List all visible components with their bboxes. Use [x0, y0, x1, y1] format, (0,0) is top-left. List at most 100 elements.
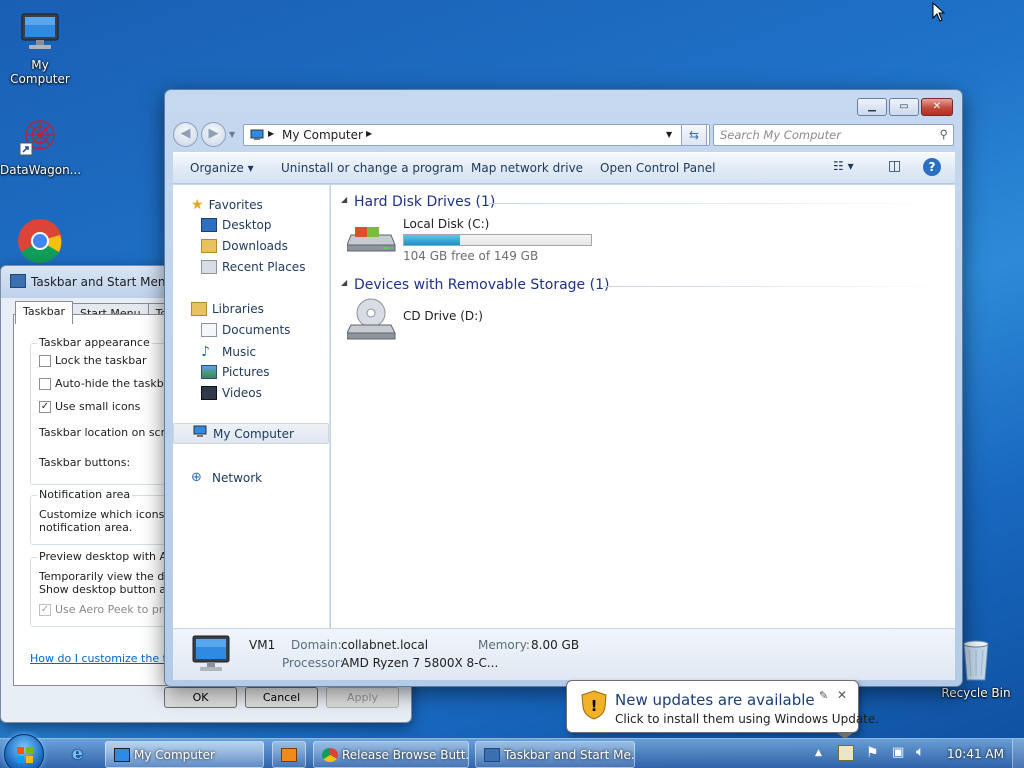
nav-network[interactable]: ⊕ Network — [191, 470, 262, 485]
section-hard-disk-drives[interactable]: Hard Disk Drives (1) — [354, 194, 495, 210]
disk-usage-fill — [404, 235, 461, 245]
apply-button[interactable]: Apply — [326, 687, 399, 708]
checkbox-box[interactable]: ✓ — [39, 400, 51, 413]
volume-icon[interactable]: 🔈︎ — [916, 744, 924, 760]
small-icons-checkbox[interactable]: ✓ Use small icons — [39, 400, 140, 413]
open-control-panel-button[interactable]: Open Control Panel — [600, 161, 715, 175]
nav-music[interactable]: ♪ Music — [201, 344, 256, 360]
taskbar-button-media-player[interactable] — [272, 741, 306, 768]
computer-icon — [114, 748, 130, 762]
local-disk-name: Local Disk (C:) — [403, 217, 490, 231]
cd-drive-item[interactable]: CD Drive (D:) — [346, 297, 507, 346]
svg-text:!: ! — [591, 697, 598, 715]
show-desktop-button[interactable] — [1012, 739, 1024, 768]
desktop-icon-my-computer[interactable]: My Computer — [0, 8, 80, 86]
ok-button[interactable]: OK — [164, 687, 237, 708]
nav-pictures[interactable]: Pictures — [201, 365, 270, 379]
checkbox-box[interactable] — [39, 377, 51, 390]
taskbar-button-my-computer[interactable]: My Computer — [105, 741, 264, 768]
action-center-icon[interactable]: ⚑ — [866, 745, 879, 761]
details-pane: VM1 Domain: collabnet.local Memory: 8.00… — [173, 628, 955, 680]
recent-places-icon — [201, 260, 217, 274]
videos-icon — [201, 386, 217, 400]
command-bar: Organize ▾ Uninstall or change a program… — [173, 152, 955, 184]
update-notification-balloon[interactable]: ! New updates are available Click to ins… — [566, 680, 879, 739]
nav-recent-places[interactable]: Recent Places — [201, 260, 305, 274]
search-icon[interactable]: ⚲ — [940, 127, 948, 141]
tab-taskbar[interactable]: Taskbar — [15, 301, 73, 324]
nav-videos[interactable]: Videos — [201, 386, 262, 400]
maximize-icon: ▭ — [899, 101, 909, 112]
back-button[interactable]: ◀ — [173, 122, 198, 147]
lock-taskbar-checkbox[interactable]: Lock the taskbar — [39, 354, 147, 367]
nav-my-computer[interactable]: My Computer — [173, 423, 329, 444]
nav-documents[interactable]: Documents — [201, 323, 290, 337]
refresh-button[interactable]: ⇆ — [681, 124, 707, 146]
desktop-icon-datawagon[interactable]: DataWagon... — [0, 113, 81, 177]
taskbar-settings-icon — [10, 274, 26, 288]
address-dropdown-icon[interactable]: ▼ — [666, 130, 672, 139]
taskbar-buttons-label: Taskbar buttons: — [39, 456, 131, 469]
checkbox-box[interactable]: ✓ — [39, 603, 51, 616]
section-removable-storage[interactable]: Devices with Removable Storage (1) — [354, 277, 609, 293]
cancel-button[interactable]: Cancel — [245, 687, 318, 708]
clock[interactable]: 10:41 AM — [947, 747, 1004, 761]
minimize-button[interactable]: ▁ — [857, 98, 887, 116]
desktop-icon-chrome[interactable] — [0, 215, 80, 265]
security-shield-icon: ! — [581, 690, 607, 723]
use-aero-peek-checkbox[interactable]: ✓ Use Aero Peek to previ — [39, 603, 179, 616]
network-tray-icon[interactable]: ▣ — [892, 745, 904, 760]
computer-icon — [192, 425, 208, 442]
processor-label: Processor: — [282, 656, 344, 670]
collapse-arrow-icon[interactable]: ◢ — [341, 278, 347, 287]
taskbar-settings-icon — [484, 748, 500, 762]
dialog-title: Taskbar and Start Menu P — [31, 275, 185, 289]
content-pane: ◢ Hard Disk Drives (1) Local Disk (C:) 1… — [331, 185, 955, 628]
search-placeholder: Search My Computer — [720, 128, 841, 142]
section-divider — [489, 203, 949, 204]
map-network-drive-button[interactable]: Map network drive — [471, 161, 583, 175]
windows-logo-icon — [16, 746, 34, 767]
uninstall-program-button[interactable]: Uninstall or change a program — [281, 161, 464, 175]
computer-icon — [250, 129, 264, 144]
show-hidden-icons-icon[interactable]: ▲ — [815, 748, 822, 758]
taskbar-button-taskbar-dialog[interactable]: Taskbar and Start Me... — [475, 741, 635, 768]
help-link[interactable]: How do I customize the task — [30, 652, 186, 665]
recent-pages-chevron-icon[interactable]: ▼ — [229, 130, 235, 139]
change-view-icon[interactable]: ☷ ▾ — [833, 159, 854, 173]
computer-icon — [16, 8, 64, 56]
search-input[interactable]: Search My Computer ⚲ — [713, 124, 954, 146]
collapse-arrow-icon[interactable]: ◢ — [341, 195, 347, 204]
nav-desktop[interactable]: Desktop — [201, 218, 272, 232]
nav-favorites[interactable]: ★ Favorites — [191, 197, 263, 213]
maximize-button[interactable]: ▭ — [889, 98, 919, 116]
explorer-window: ▁ ▭ ✕ ◀ ▶ ▼ ▶ My Computer ▶ ▼ ⇆ Search M… — [164, 89, 963, 687]
windows-update-tray-icon[interactable] — [838, 745, 854, 761]
memory-value: 8.00 GB — [531, 638, 580, 652]
start-button[interactable] — [4, 734, 44, 768]
autohide-checkbox[interactable]: Auto-hide the taskbar — [39, 377, 175, 390]
local-disk-item[interactable]: Local Disk (C:) 104 GB free of 149 GB — [346, 215, 597, 263]
nav-downloads[interactable]: Downloads — [201, 239, 288, 253]
checkbox-label: Lock the taskbar — [55, 354, 147, 367]
network-icon: ⊕ — [191, 470, 202, 485]
domain-label: Domain: — [291, 638, 342, 652]
balloon-options-icon[interactable]: ✎ — [819, 689, 828, 702]
libraries-icon — [191, 302, 207, 316]
internet-explorer-icon[interactable]: e — [72, 744, 83, 764]
breadcrumb-my-computer[interactable]: My Computer — [282, 128, 363, 142]
nav-libraries[interactable]: Libraries — [191, 302, 264, 316]
address-bar[interactable]: ▶ My Computer ▶ ▼ — [243, 124, 710, 146]
preview-pane-icon[interactable]: ◫ — [888, 158, 901, 174]
taskbar-button-browser[interactable]: Release Browse Butt... — [313, 741, 469, 768]
organize-menu[interactable]: Organize ▾ — [190, 161, 254, 175]
close-button[interactable]: ✕ — [921, 98, 953, 116]
cd-drive-icon — [346, 297, 397, 346]
group-title: Taskbar appearance — [37, 336, 152, 349]
checkbox-box[interactable] — [39, 354, 51, 367]
breadcrumb-separator-icon[interactable]: ▶ — [366, 129, 372, 138]
forward-button[interactable]: ▶ — [201, 122, 226, 147]
breadcrumb-separator-icon[interactable]: ▶ — [268, 129, 274, 138]
balloon-close-icon[interactable]: ✕ — [837, 688, 847, 702]
help-icon[interactable]: ? — [923, 158, 941, 176]
